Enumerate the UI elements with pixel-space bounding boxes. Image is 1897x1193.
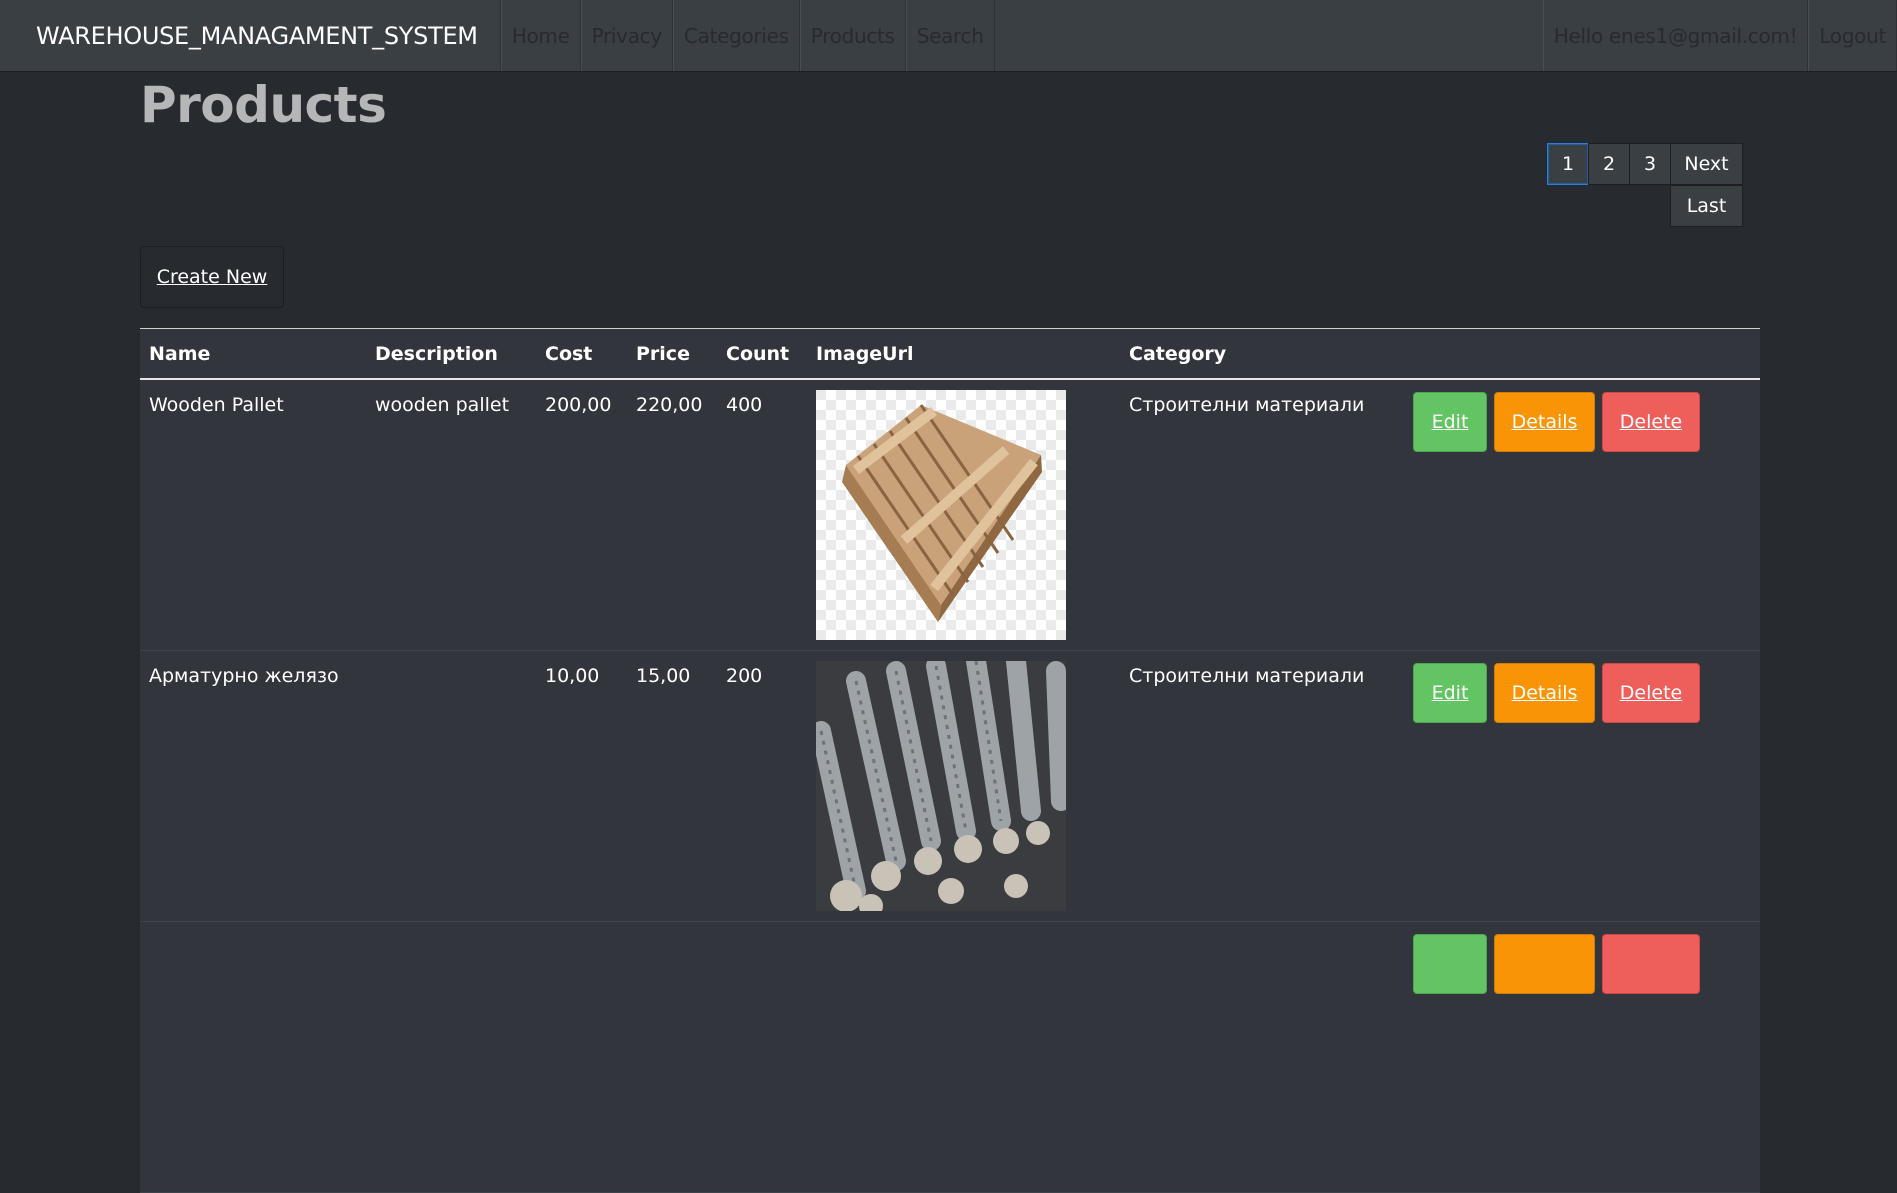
nav-products[interactable]: Products xyxy=(799,0,906,71)
details-button[interactable] xyxy=(1494,934,1595,994)
nav-home[interactable]: Home xyxy=(500,0,581,71)
delete-button[interactable]: Delete xyxy=(1602,392,1700,452)
edit-button[interactable]: Edit xyxy=(1413,663,1487,723)
details-button[interactable]: Details xyxy=(1494,663,1595,723)
details-button[interactable]: Details xyxy=(1494,392,1595,452)
nav-logout[interactable]: Logout xyxy=(1808,0,1897,71)
wooden-pallet-image xyxy=(816,390,1066,640)
cell-count: 400 xyxy=(726,394,763,416)
nav-categories[interactable]: Categories xyxy=(672,0,800,71)
cell-category: Строителни материали xyxy=(1129,665,1365,687)
next-page-button[interactable]: Next xyxy=(1670,143,1743,185)
last-page-button[interactable]: Last xyxy=(1670,185,1743,227)
page-3-button[interactable]: 3 xyxy=(1629,143,1671,185)
cell-description: wooden pallet xyxy=(375,394,510,416)
table-row xyxy=(140,922,1760,1193)
cell-name: Wooden Pallet xyxy=(149,394,284,416)
header-category: Category xyxy=(1129,343,1227,365)
page-title: Products xyxy=(140,76,387,134)
pagination: 1 2 3 Next Last xyxy=(1547,143,1785,229)
delete-button[interactable]: Delete xyxy=(1602,663,1700,723)
navbar: WAREHOUSE_MANAGAMENT_SYSTEM Home Privacy… xyxy=(0,0,1897,72)
delete-button[interactable] xyxy=(1602,934,1700,994)
edit-button[interactable] xyxy=(1413,934,1487,994)
cell-cost: 10,00 xyxy=(545,665,600,687)
cell-cost: 200,00 xyxy=(545,394,612,416)
header-count: Count xyxy=(726,343,790,365)
nav-privacy[interactable]: Privacy xyxy=(580,0,673,71)
cell-price: 15,00 xyxy=(636,665,691,687)
header-imageurl: ImageUrl xyxy=(816,343,914,365)
header-description: Description xyxy=(375,343,498,365)
header-cost: Cost xyxy=(545,343,593,365)
nav-search[interactable]: Search xyxy=(905,0,995,71)
header-name: Name xyxy=(149,343,211,365)
header-price: Price xyxy=(636,343,690,365)
page-2-button[interactable]: 2 xyxy=(1588,143,1630,185)
cell-name: Арматурно желязо xyxy=(149,665,339,687)
table-header: Name Description Cost Price Count ImageU… xyxy=(140,328,1760,380)
cell-count: 200 xyxy=(726,665,763,687)
table-row: Wooden Pallet wooden pallet 200,00 220,0… xyxy=(140,380,1760,651)
brand-link[interactable]: WAREHOUSE_MANAGAMENT_SYSTEM xyxy=(0,0,501,71)
page-1-button[interactable]: 1 xyxy=(1547,143,1589,185)
cell-category: Строителни материали xyxy=(1129,394,1365,416)
create-new-button[interactable]: Create New xyxy=(140,246,284,308)
rebar-image xyxy=(811,651,1071,918)
nav-greeting[interactable]: Hello enes1@gmail.com! xyxy=(1542,0,1809,71)
table-row: Арматурно желязо 10,00 15,00 200 Строите… xyxy=(140,651,1760,922)
edit-button[interactable]: Edit xyxy=(1413,392,1487,452)
cell-price: 220,00 xyxy=(636,394,703,416)
